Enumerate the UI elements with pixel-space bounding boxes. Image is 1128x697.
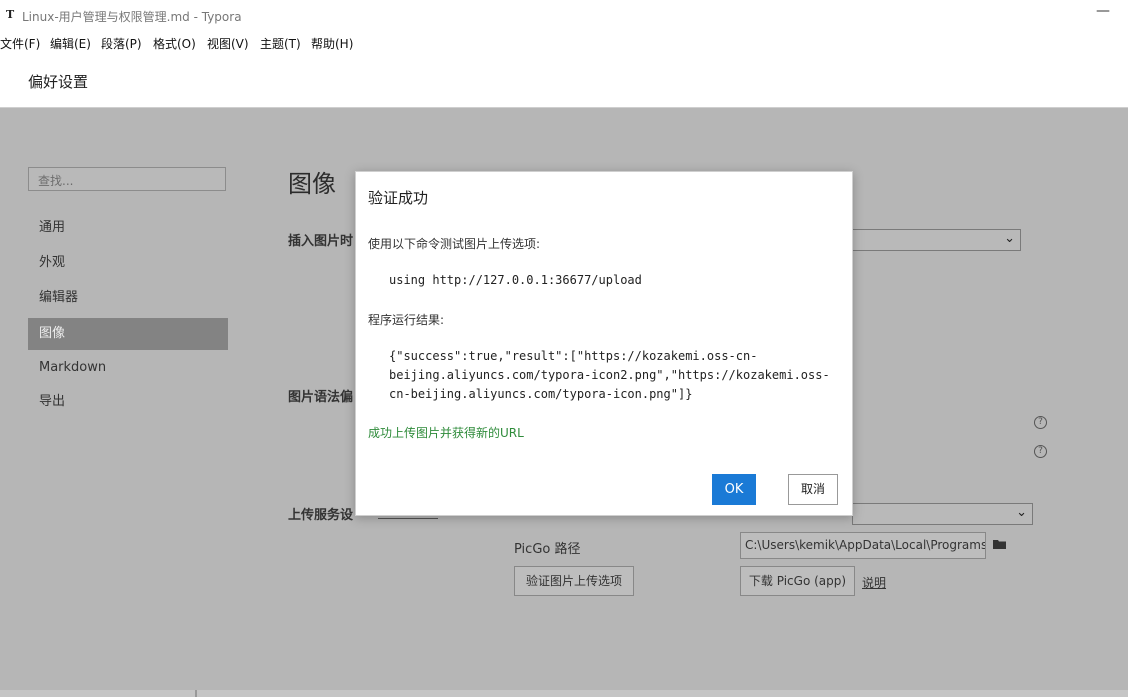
nav-item-markdown[interactable]: Markdown xyxy=(28,352,228,384)
dialog-success-message: 成功上传图片并获得新的URL xyxy=(368,426,524,440)
download-picgo-button[interactable]: 下载 PicGo (app) xyxy=(740,566,855,596)
preferences-search-input[interactable]: 查找... xyxy=(28,167,226,191)
insert-image-label: 插入图片时 xyxy=(288,234,354,249)
cancel-button[interactable]: 取消 xyxy=(788,474,838,505)
dialog-result-label: 程序运行结果: xyxy=(368,313,445,327)
menu-view[interactable]: 视图(V) xyxy=(207,35,249,52)
title-bar: T Linux-用户管理与权限管理.md - Typora — xyxy=(0,0,1128,31)
upload-service-select[interactable]: ⌄ xyxy=(852,503,1033,525)
menu-format[interactable]: 格式(O) xyxy=(153,35,196,52)
nav-item-appearance[interactable]: 外观 xyxy=(28,247,228,279)
dialog-result-line: {"success":true,"result":["https://kozak… xyxy=(389,349,758,363)
nav-item-export[interactable]: 导出 xyxy=(28,386,228,418)
menu-theme[interactable]: 主题(T) xyxy=(260,35,301,52)
image-section-title: 图像 xyxy=(288,170,336,198)
menu-help[interactable]: 帮助(H) xyxy=(311,35,353,52)
dialog-intro-text: 使用以下命令测试图片上传选项: xyxy=(368,237,541,251)
picgo-path-label: PicGo 路径 xyxy=(514,542,581,557)
help-circle-icon[interactable]: ? xyxy=(1034,445,1047,458)
nav-item-editor[interactable]: 编辑器 xyxy=(28,282,228,314)
dialog-result-line: beijing.aliyuncs.com/typora-icon2.png","… xyxy=(389,368,830,382)
preferences-title: 偏好设置 xyxy=(28,73,89,91)
verify-upload-button[interactable]: 验证图片上传选项 xyxy=(514,566,634,596)
menu-bar: 文件(F) 编辑(E) 段落(P) 格式(O) 视图(V) 主题(T) 帮助(H… xyxy=(0,31,1128,53)
nav-item-general[interactable]: 通用 xyxy=(28,212,228,244)
folder-icon[interactable] xyxy=(993,539,1006,549)
verify-success-dialog: 验证成功 使用以下命令测试图片上传选项: using http://127.0.… xyxy=(355,171,853,516)
insert-image-select[interactable]: ⌄ xyxy=(852,229,1021,251)
dialog-result-line: cn-beijing.aliyuncs.com/typora-icon.png"… xyxy=(389,387,693,401)
preferences-header: 偏好设置 xyxy=(0,53,1128,108)
ok-button[interactable]: OK xyxy=(712,474,756,505)
menu-edit[interactable]: 编辑(E) xyxy=(50,35,91,52)
typora-app-icon: T xyxy=(6,8,15,21)
dialog-command: using http://127.0.0.1:36677/upload xyxy=(389,273,642,287)
upload-service-link-stub xyxy=(378,518,438,519)
menu-file[interactable]: 文件(F) xyxy=(0,35,40,52)
help-link[interactable]: 说明 xyxy=(862,574,886,591)
upload-service-label: 上传服务设 xyxy=(288,508,354,523)
chevron-down-icon: ⌄ xyxy=(1016,505,1027,520)
chevron-down-icon: ⌄ xyxy=(1004,231,1015,246)
picgo-path-input[interactable]: C:\Users\kemik\AppData\Local\Programs\Pi… xyxy=(740,532,986,559)
menu-paragraph[interactable]: 段落(P) xyxy=(101,35,142,52)
nav-item-image[interactable]: 图像 xyxy=(28,318,228,350)
image-syntax-label: 图片语法偏 xyxy=(288,390,354,405)
status-bar-divider xyxy=(195,690,197,697)
status-bar xyxy=(0,690,1128,697)
window-title: Linux-用户管理与权限管理.md - Typora xyxy=(22,10,242,24)
dialog-title: 验证成功 xyxy=(368,189,429,207)
help-circle-icon[interactable]: ? xyxy=(1034,416,1047,429)
minimize-button[interactable]: — xyxy=(1096,3,1110,19)
